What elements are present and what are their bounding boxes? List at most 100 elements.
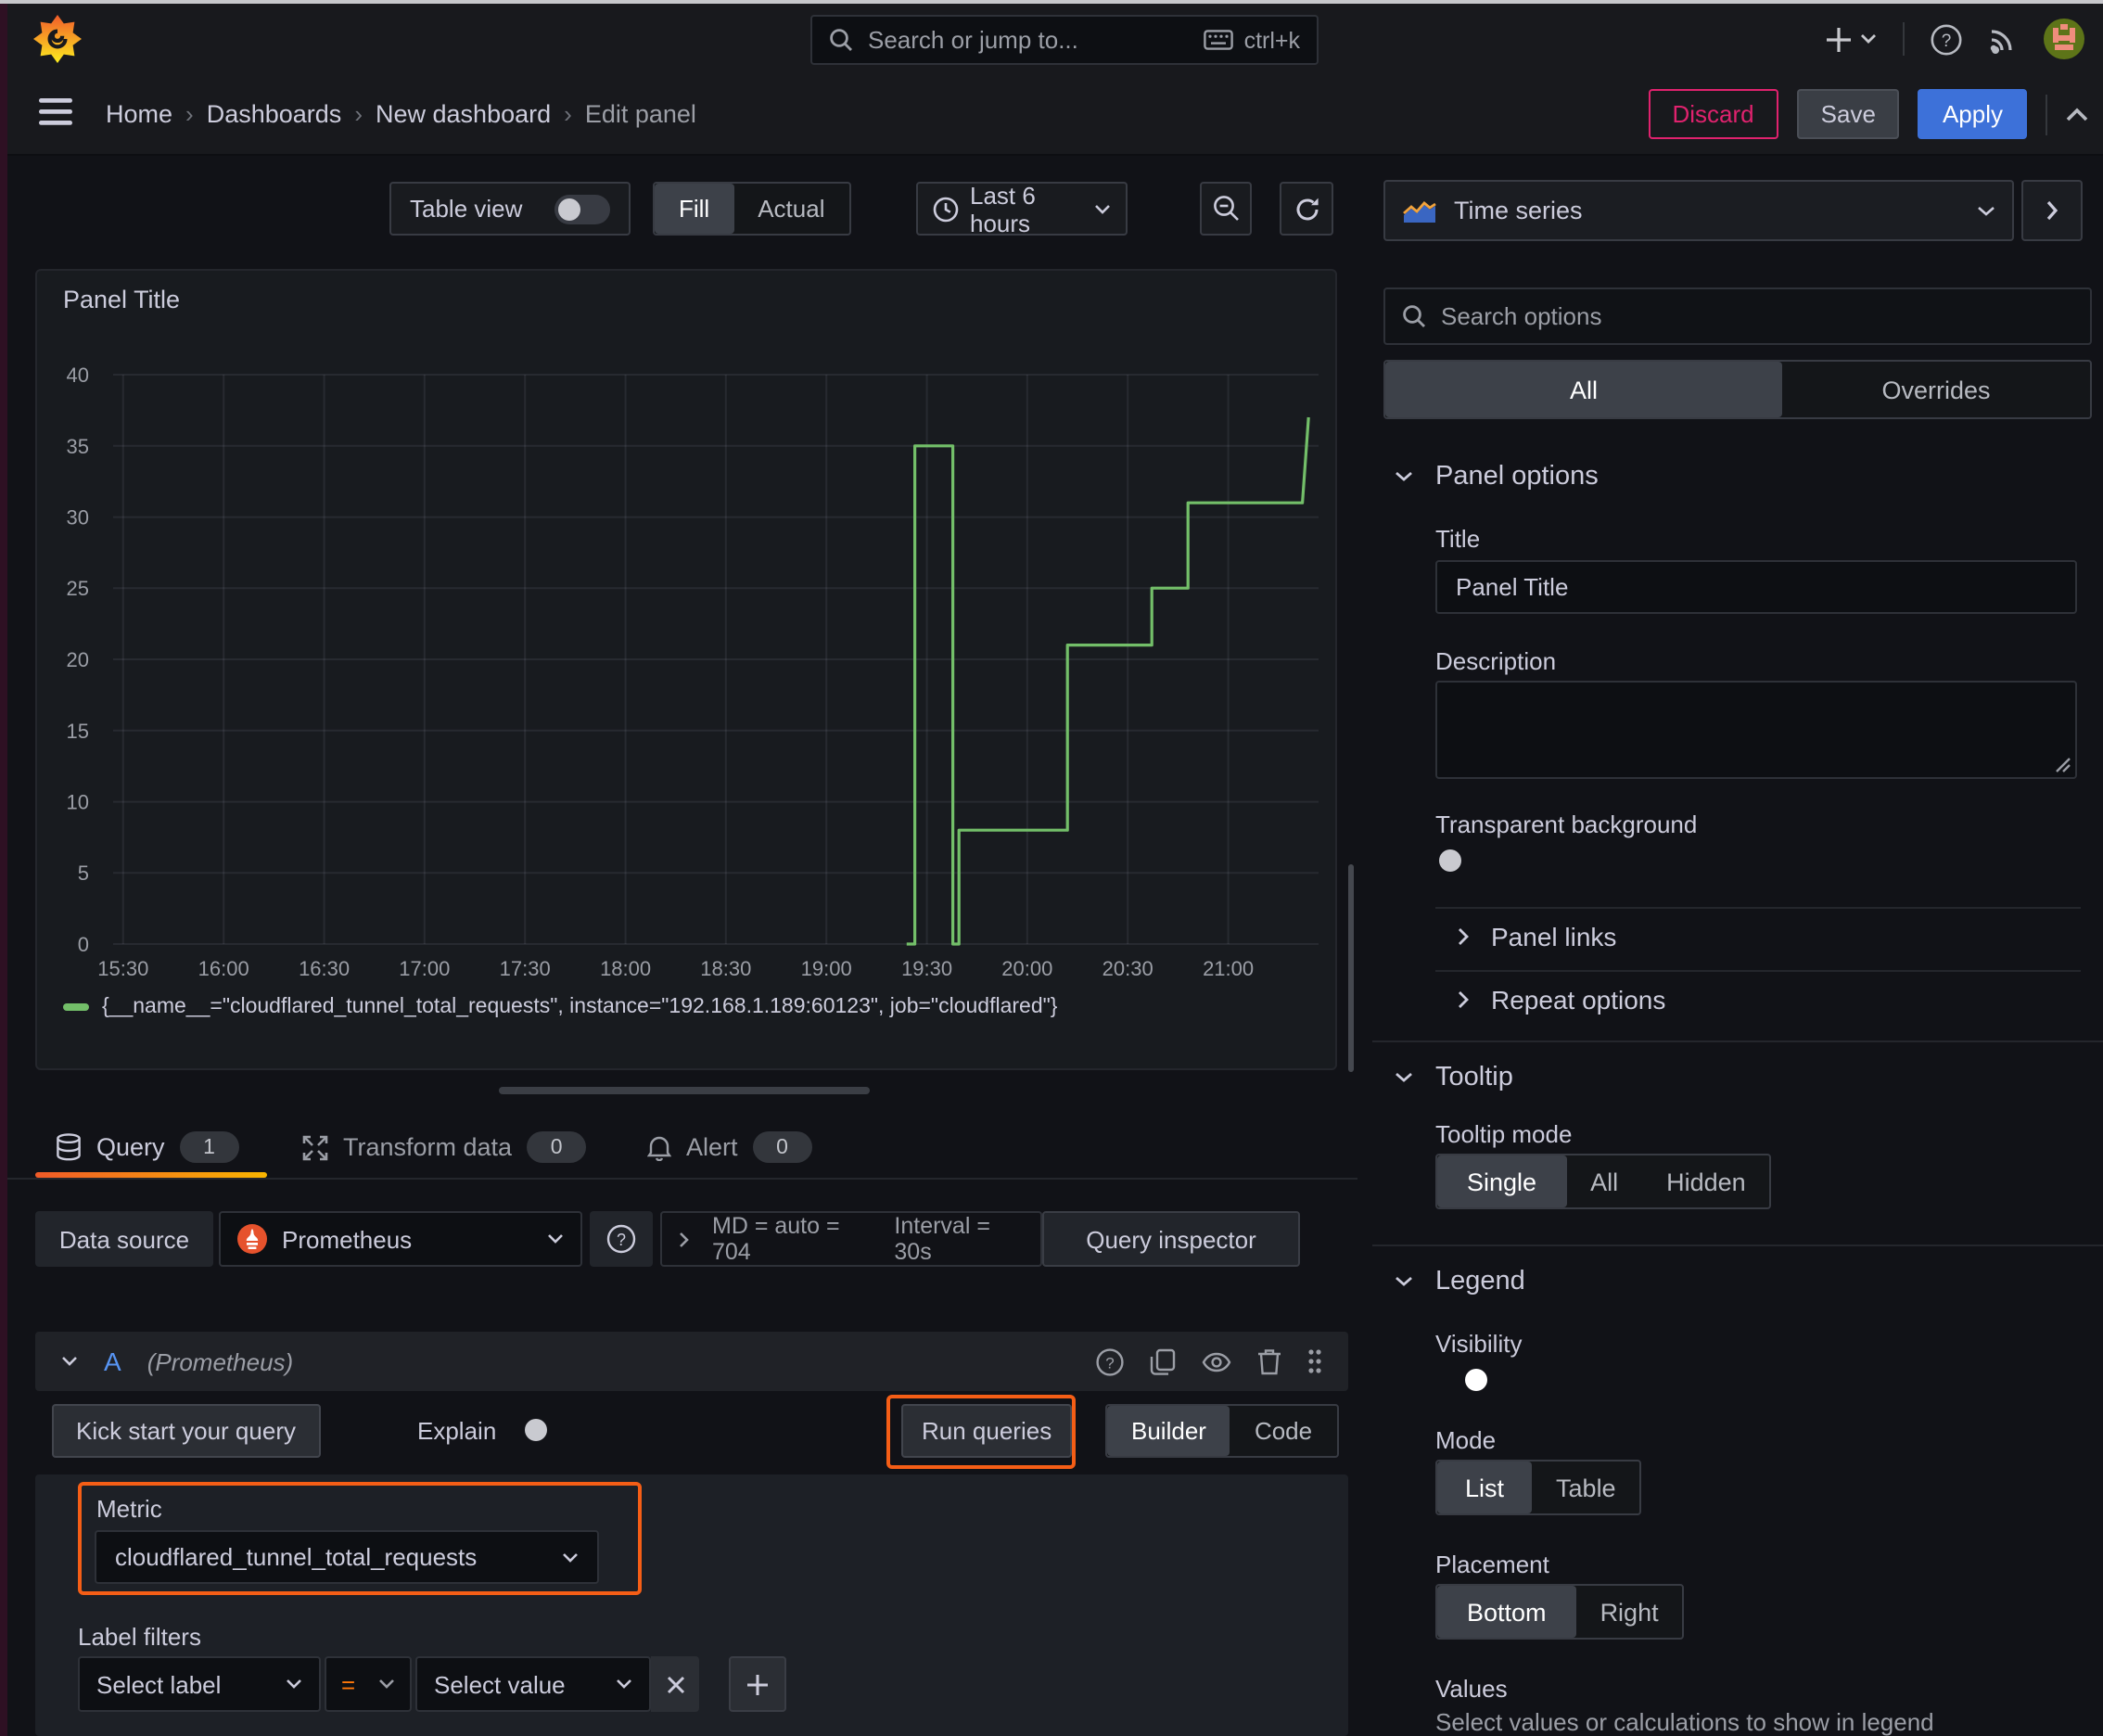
select-label-dropdown[interactable]: Select label <box>78 1656 321 1712</box>
global-search[interactable]: Search or jump to... ctrl+k <box>810 15 1319 65</box>
tooltip-section-header[interactable]: Tooltip <box>1395 1063 1513 1092</box>
tab-overrides[interactable]: Overrides <box>1782 362 2090 417</box>
vertical-scrollbar-thumb[interactable] <box>1348 864 1354 1072</box>
user-avatar[interactable] <box>2044 19 2084 59</box>
table-view-control[interactable]: Table view <box>389 182 631 236</box>
title-label: Title <box>1435 525 1481 553</box>
search-shortcut: ctrl+k <box>1243 27 1300 53</box>
legend-placement-bottom[interactable]: Bottom <box>1437 1586 1576 1638</box>
run-queries-button[interactable]: Run queries <box>901 1404 1073 1458</box>
svg-text:16:30: 16:30 <box>299 957 350 980</box>
breadcrumb-new-dashboard[interactable]: New dashboard <box>376 100 551 128</box>
grafana-logo[interactable] <box>33 15 82 63</box>
query-a-header[interactable]: A (Prometheus) ? <box>35 1332 1348 1391</box>
breadcrumb-dashboards[interactable]: Dashboards <box>207 100 342 128</box>
breadcrumb-edit-panel: Edit panel <box>584 100 696 128</box>
legend-visibility-label: Visibility <box>1435 1330 1523 1358</box>
repeat-options-section[interactable]: Repeat options <box>1458 985 1665 1015</box>
datasource-picker[interactable]: Prometheus <box>219 1211 582 1267</box>
svg-text:5: 5 <box>78 862 89 885</box>
tabs-divider <box>0 1178 1357 1180</box>
breadcrumb: Home › Dashboards › New dashboard › Edit… <box>106 74 696 154</box>
save-button[interactable]: Save <box>1796 89 1900 139</box>
zoom-out-button[interactable] <box>1200 182 1252 236</box>
pane-resize-handle[interactable] <box>499 1087 870 1094</box>
time-series-chart[interactable]: 0 5 10 15 20 25 30 35 40 15:30 16:00 16:30 17:00 17:3… <box>37 271 1339 1072</box>
chevron-down-icon <box>562 1551 579 1563</box>
breadcrumb-home[interactable]: Home <box>106 100 172 128</box>
collapse-chevron-up-icon[interactable] <box>2066 107 2088 121</box>
delete-query-trash-icon[interactable] <box>1257 1347 1281 1375</box>
query-options-group[interactable]: MD = auto = 704 Interval = 30s <box>660 1211 1042 1267</box>
refresh-button[interactable] <box>1280 182 1333 236</box>
operator-dropdown[interactable]: = <box>325 1656 412 1712</box>
alert-tab[interactable]: Alert 0 <box>647 1117 812 1178</box>
legend-mode-list[interactable]: List <box>1437 1462 1533 1513</box>
chevron-down-icon <box>1860 33 1877 45</box>
legend-section-header[interactable]: Legend <box>1395 1267 1525 1296</box>
legend-mode-table[interactable]: Table <box>1532 1462 1640 1513</box>
add-filter-button[interactable] <box>729 1656 786 1712</box>
builder-option[interactable]: Builder <box>1107 1406 1230 1456</box>
chevron-down-icon <box>616 1679 632 1690</box>
collapse-options-button[interactable] <box>2021 180 2083 241</box>
kickstart-query-button[interactable]: Kick start your query <box>52 1404 320 1458</box>
tooltip-mode-all[interactable]: All <box>1566 1155 1642 1207</box>
query-count-badge: 1 <box>179 1131 239 1163</box>
query-inspector-button[interactable]: Query inspector <box>1042 1211 1300 1267</box>
query-ref-id[interactable]: A <box>104 1347 121 1376</box>
apply-button[interactable]: Apply <box>1918 89 2027 139</box>
table-view-toggle[interactable] <box>554 194 610 223</box>
window-top-edge <box>0 0 2103 4</box>
section-divider <box>1372 1245 2103 1246</box>
topbar-divider <box>1903 22 1905 56</box>
section-divider <box>1372 1040 2103 1042</box>
discard-button[interactable]: Discard <box>1648 89 1778 139</box>
alert-count-badge: 0 <box>752 1131 812 1163</box>
tooltip-mode-single[interactable]: Single <box>1437 1155 1567 1207</box>
svg-text:40: 40 <box>67 364 89 387</box>
select-value-value: Select value <box>434 1670 566 1698</box>
code-option[interactable]: Code <box>1230 1406 1336 1456</box>
chevron-down-icon <box>286 1679 302 1690</box>
toggle-visibility-eye-icon[interactable] <box>1202 1351 1231 1372</box>
panel-links-section[interactable]: Panel links <box>1458 922 1616 951</box>
chart-legend[interactable]: {__name__="cloudflared_tunnel_total_requ… <box>63 996 1057 1018</box>
metric-select[interactable]: cloudflared_tunnel_total_requests <box>95 1530 599 1584</box>
fill-option[interactable]: Fill <box>655 184 734 234</box>
legend-series-name[interactable]: {__name__="cloudflared_tunnel_total_requ… <box>102 996 1057 1018</box>
transform-tab[interactable]: Transform data 0 <box>302 1117 587 1178</box>
chevron-down-icon[interactable] <box>61 1356 78 1367</box>
panel-options-header[interactable]: Panel options <box>1395 462 1599 491</box>
visualization-picker[interactable]: Time series <box>1383 180 2014 241</box>
time-range-picker[interactable]: Last 6 hours <box>916 181 1128 236</box>
remove-filter-button[interactable] <box>651 1656 699 1712</box>
query-help-icon[interactable]: ? <box>1096 1347 1124 1375</box>
transform-count-badge: 0 <box>527 1131 587 1163</box>
legend-placement-switch: Bottom Right <box>1435 1584 1685 1640</box>
top-nav-bar: Search or jump to... ctrl+k ? <box>0 4 2103 76</box>
duplicate-query-icon[interactable] <box>1150 1347 1176 1375</box>
menu-hamburger-icon[interactable] <box>39 98 72 126</box>
transform-icon <box>302 1134 328 1160</box>
description-textarea[interactable] <box>1435 681 2077 779</box>
search-options-box[interactable]: Search options <box>1383 287 2092 345</box>
add-new-button[interactable] <box>1825 25 1877 53</box>
help-icon[interactable]: ? <box>1931 23 1962 55</box>
interval-value: Interval = 30s <box>894 1213 990 1265</box>
select-value-dropdown[interactable]: Select value <box>415 1656 651 1712</box>
tab-all[interactable]: All <box>1385 362 1782 417</box>
visualization-name: Time series <box>1454 197 1583 224</box>
query-builder-card: Metric cloudflared_tunnel_total_requests… <box>35 1474 1348 1736</box>
query-tab[interactable]: Query 1 <box>56 1117 239 1178</box>
news-rss-icon[interactable] <box>1988 24 2018 54</box>
chevron-down-icon <box>1395 1276 1413 1287</box>
tooltip-mode-hidden[interactable]: Hidden <box>1642 1155 1770 1207</box>
svg-text:15: 15 <box>67 720 89 743</box>
panel-title-input[interactable] <box>1435 560 2077 614</box>
datasource-help-button[interactable]: ? <box>590 1211 653 1267</box>
actual-option[interactable]: Actual <box>733 184 848 234</box>
drag-handle-grip-icon[interactable] <box>1307 1348 1322 1374</box>
tooltip-mode-switch: Single All Hidden <box>1435 1154 1772 1209</box>
legend-placement-right[interactable]: Right <box>1576 1586 1683 1638</box>
